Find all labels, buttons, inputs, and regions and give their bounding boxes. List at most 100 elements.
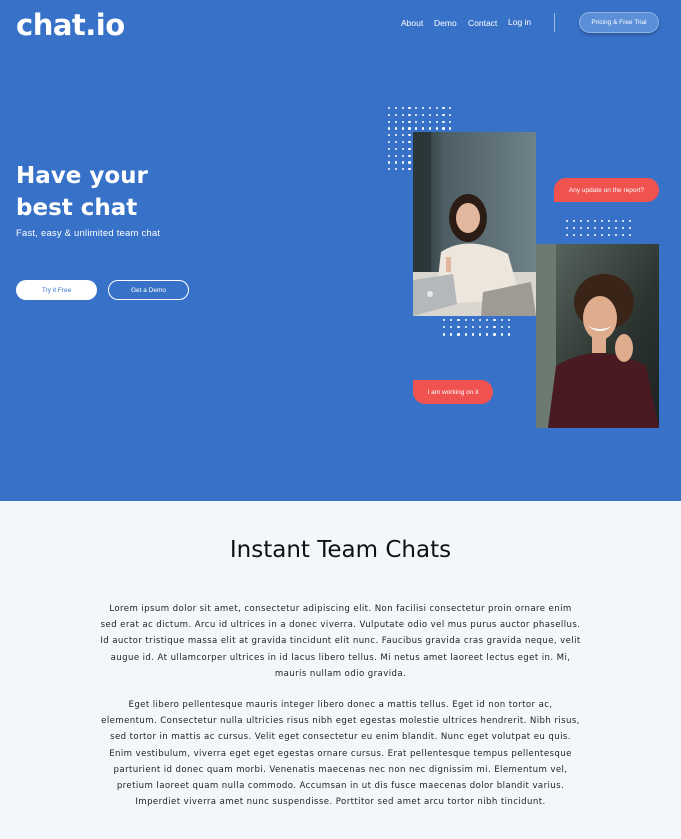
- decorative-dot: [388, 113, 391, 116]
- nav-link-contact[interactable]: Contact: [468, 18, 497, 28]
- decorative-dot: [500, 333, 503, 336]
- brand-logo[interactable]: chat.io: [16, 8, 125, 42]
- decorative-dot: [450, 319, 453, 322]
- decorative-dot: [401, 141, 404, 144]
- decorative-dot: [457, 333, 460, 336]
- decorative-dot: [394, 154, 397, 157]
- decorative-dot: [408, 127, 411, 130]
- decorative-dot: [580, 220, 583, 223]
- decorative-dot: [486, 326, 489, 329]
- decorative-dot: [408, 134, 411, 137]
- nav-link-login[interactable]: Log in: [508, 17, 531, 27]
- decorative-dot: [388, 120, 391, 123]
- decorative-dot: [401, 113, 404, 116]
- decorative-dot: [401, 127, 404, 130]
- decorative-dot: [587, 220, 590, 223]
- decorative-dot: [493, 326, 496, 329]
- decorative-dot: [471, 319, 474, 322]
- decorative-dot: [428, 107, 431, 110]
- decorative-dot: [601, 234, 604, 237]
- decorative-dot: [615, 220, 618, 223]
- decorative-dot: [442, 120, 445, 123]
- decorative-dot: [457, 326, 460, 329]
- decorative-dot: [471, 333, 474, 336]
- decorative-dot: [415, 107, 418, 110]
- decorative-dot: [401, 161, 404, 164]
- decorative-dot: [408, 147, 411, 150]
- decorative-dot: [457, 319, 460, 322]
- nav-link-demo[interactable]: Demo: [434, 18, 457, 28]
- decorative-dot: [622, 227, 625, 230]
- section-title: Instant Team Chats: [229, 537, 452, 563]
- decorative-dot: [415, 113, 418, 116]
- decorative-dot: [601, 227, 604, 230]
- decorative-dot: [394, 168, 397, 171]
- decorative-dot: [601, 220, 604, 223]
- decorative-dot: [442, 113, 445, 116]
- nav-link-about[interactable]: About: [401, 18, 423, 28]
- pricing-free-trial-button[interactable]: Pricing & Free Trial: [579, 12, 659, 33]
- decorative-dot: [388, 161, 391, 164]
- decorative-dot: [394, 113, 397, 116]
- decorative-dot: [493, 333, 496, 336]
- decorative-dot: [629, 234, 632, 237]
- decorative-dot: [608, 227, 611, 230]
- decorative-dot: [580, 234, 583, 237]
- decorative-dot: [566, 227, 569, 230]
- decorative-dot: [587, 234, 590, 237]
- decorative-dot: [507, 333, 510, 336]
- decorative-dot: [580, 227, 583, 230]
- decorative-dot: [388, 127, 391, 130]
- decorative-dot: [464, 333, 467, 336]
- decorative-dot: [479, 326, 482, 329]
- decorative-dot: [608, 220, 611, 223]
- decorative-dot: [443, 319, 446, 322]
- decorative-dot: [401, 134, 404, 137]
- decorative-dot: [594, 234, 597, 237]
- decorative-dot: [388, 168, 391, 171]
- decorative-dot: [493, 319, 496, 322]
- decorative-dot: [408, 113, 411, 116]
- decorative-dot: [422, 107, 425, 110]
- decorative-dot: [394, 134, 397, 137]
- decorative-dot: [449, 120, 452, 123]
- decorative-dot: [622, 220, 625, 223]
- decorative-dot: [415, 127, 418, 130]
- section-paragraph-1: Lorem ipsum dolor sit amet, consectetur …: [100, 604, 581, 679]
- decorative-dot: [388, 141, 391, 144]
- decorative-dot: [594, 220, 597, 223]
- decorative-dot: [401, 107, 404, 110]
- decorative-dot: [388, 134, 391, 137]
- photo-woman-laptop: [413, 132, 536, 316]
- decorative-dot: [507, 319, 510, 322]
- chat-bubble-reply: I am working on it: [413, 380, 493, 404]
- decorative-dot: [394, 127, 397, 130]
- decorative-dot: [388, 147, 391, 150]
- decorative-dot: [573, 220, 576, 223]
- decorative-dot: [449, 127, 452, 130]
- decorative-dot: [500, 326, 503, 329]
- try-free-button[interactable]: Try it Free: [16, 280, 97, 300]
- decorative-dot: [428, 127, 431, 130]
- decorative-dot: [464, 319, 467, 322]
- section-paragraph-2: Eget libero pellentesque mauris integer …: [101, 700, 580, 808]
- decorative-dot: [464, 326, 467, 329]
- decorative-dot: [408, 107, 411, 110]
- decorative-dot: [500, 319, 503, 322]
- get-demo-button[interactable]: Get a Demo: [108, 280, 189, 300]
- decorative-dot: [422, 120, 425, 123]
- hero-headline-line2: best chat: [16, 195, 138, 221]
- nav-divider: [554, 13, 555, 32]
- decorative-dot: [408, 120, 411, 123]
- decorative-dot: [629, 227, 632, 230]
- decorative-dot: [435, 113, 438, 116]
- decorative-dot: [401, 154, 404, 157]
- decorative-dot: [486, 333, 489, 336]
- decorative-dot: [394, 141, 397, 144]
- decorative-dot: [622, 234, 625, 237]
- hero-headline: Have your best chat: [16, 160, 236, 224]
- decorative-dot: [573, 227, 576, 230]
- decorative-dot: [450, 333, 453, 336]
- decorative-dot: [388, 154, 391, 157]
- hero-headline-line1: Have your: [16, 163, 148, 189]
